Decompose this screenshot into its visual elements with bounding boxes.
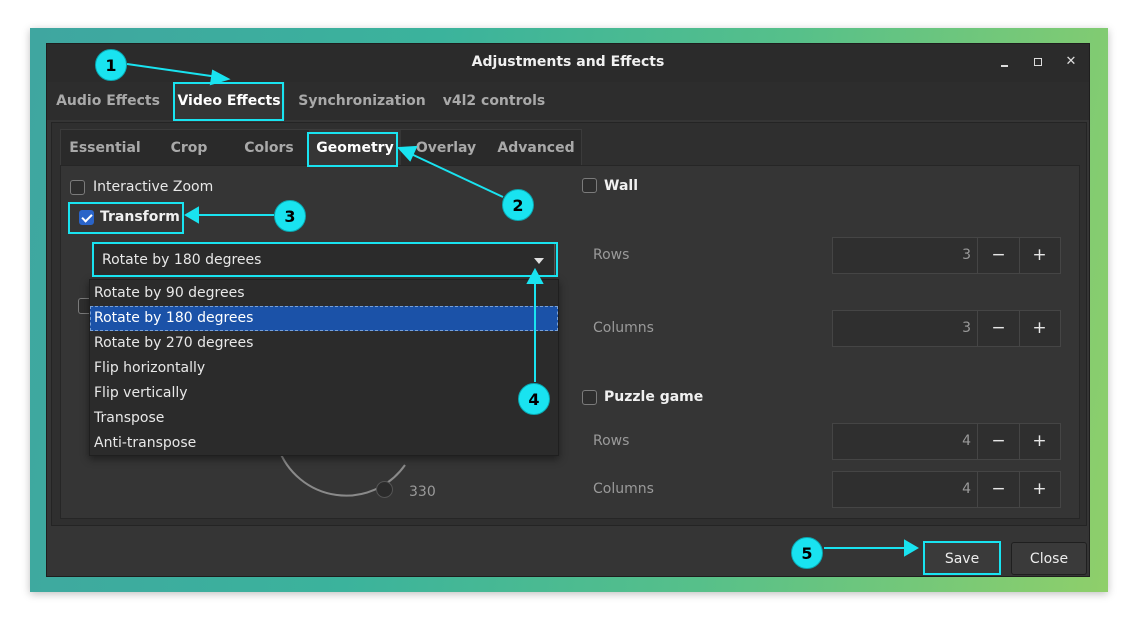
annotation-badge-1: 1 xyxy=(95,49,127,81)
annotation-badge-5: 5 xyxy=(791,537,823,569)
annotation-arrows xyxy=(0,0,1137,624)
annotation-badge-3: 3 xyxy=(274,200,306,232)
annotation-badge-4: 4 xyxy=(518,383,550,415)
annotation-badge-2: 2 xyxy=(502,189,534,221)
